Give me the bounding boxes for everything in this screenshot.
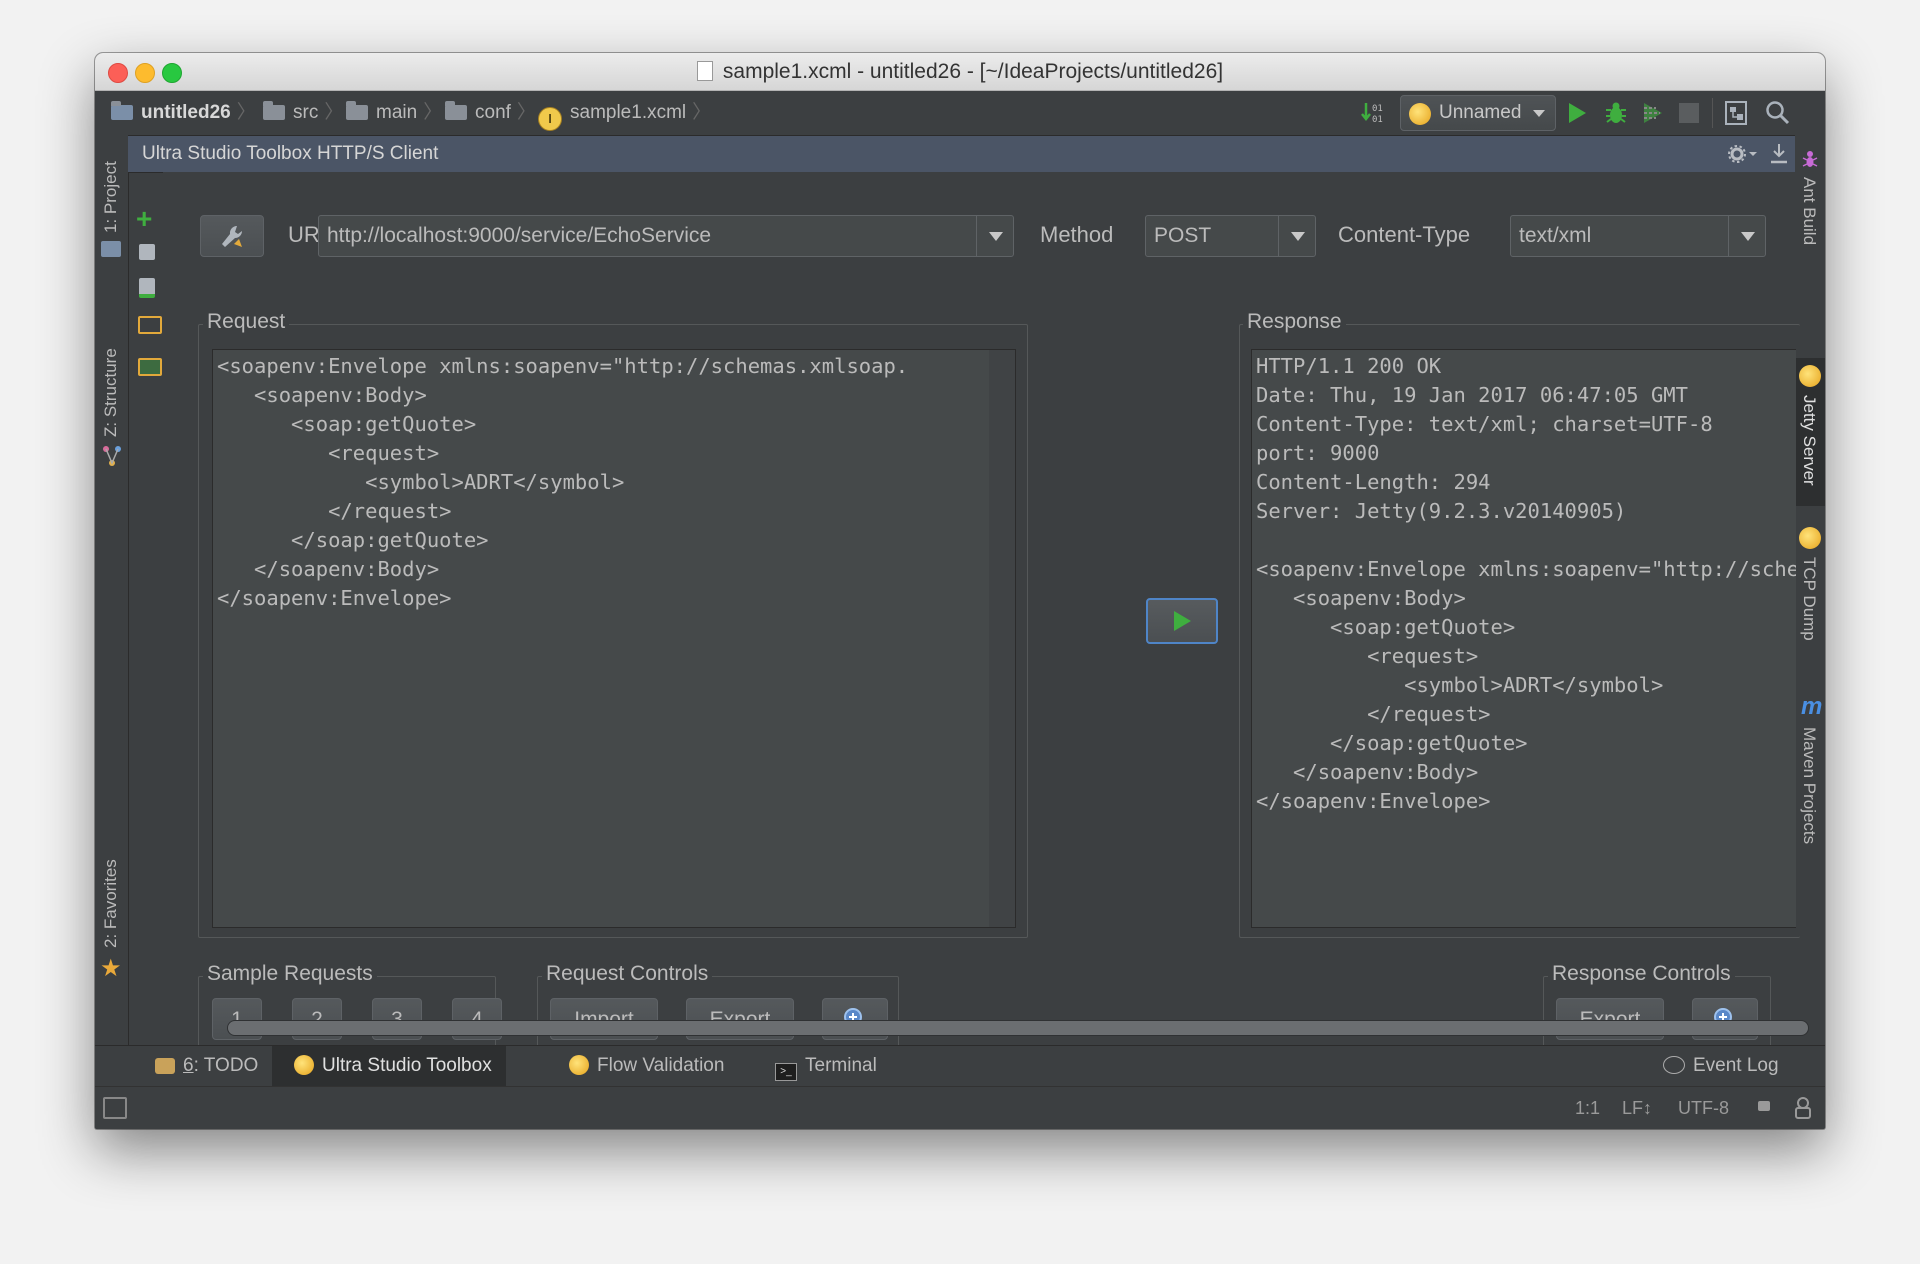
svg-text:01: 01 <box>1372 104 1383 114</box>
flow-validation-icon <box>569 1055 589 1075</box>
content-type-select[interactable]: text/xml <box>1510 215 1766 257</box>
project-folder-icon <box>111 101 133 120</box>
content-type-label: Content-Type <box>1338 222 1471 247</box>
line-separator[interactable]: LF↕ <box>1622 1087 1652 1129</box>
folder-icon <box>263 101 285 120</box>
bottom-tool-tabs: 6: TODO Ultra Studio Toolbox Flow Valida… <box>95 1045 1825 1086</box>
navigation-bar: untitled26 〉 src 〉 main 〉 conf 〉 Isample1.xc… <box>95 91 1825 136</box>
ide-window: sample1.xcml - untitled26 - [~/IdeaProje… <box>95 53 1825 1129</box>
wrench-icon <box>222 225 242 247</box>
structure-icon <box>102 445 122 472</box>
sample-requests-title: Sample Requests <box>203 962 377 986</box>
event-log-bubble-icon <box>1663 1056 1685 1074</box>
run-config-select[interactable]: Unnamed <box>1400 95 1556 131</box>
project-icon <box>101 241 121 257</box>
lock-icon[interactable] <box>1758 1101 1770 1111</box>
request-group-title: Request <box>203 310 290 334</box>
stripe-maven-projects[interactable]: Maven Projects <box>1799 727 1819 844</box>
response-group-title: Response <box>1243 310 1346 334</box>
content-type-dropdown-chevron-icon[interactable] <box>1728 216 1765 256</box>
sort-binary-icon[interactable]: 01 01 <box>1360 100 1386 126</box>
toolwindow-title: Ultra Studio Toolbox HTTP/S Client <box>142 143 439 164</box>
tab-todo[interactable]: 6: TODO <box>147 1046 266 1086</box>
open-recent-icon[interactable] <box>138 358 162 376</box>
folder-icon <box>346 101 368 120</box>
ant-icon <box>1801 149 1819 176</box>
method-select[interactable]: POST <box>1145 215 1316 257</box>
left-tool-stripe: 1: Project Z: Structure 2: Favorites ★ <box>95 135 129 1045</box>
save-icon[interactable] <box>139 244 155 260</box>
open-folder-icon[interactable] <box>138 316 162 334</box>
http-client-panel: URL http://localhost:9000/service/EchoSe… <box>163 172 1800 1058</box>
stripe-project[interactable]: 1: Project <box>101 161 121 233</box>
url-dropdown-chevron-icon[interactable] <box>976 216 1013 256</box>
toolbox-side-toolbar: + <box>128 172 163 1045</box>
stripe-jetty-server[interactable]: Jetty Server <box>1799 395 1819 486</box>
method-label: Method <box>1040 222 1114 247</box>
window-title: sample1.xcml - untitled26 - [~/IdeaProje… <box>95 53 1825 90</box>
request-editor-scrollbar[interactable] <box>989 350 1015 927</box>
title-bar: sample1.xcml - untitled26 - [~/IdeaProje… <box>95 53 1825 91</box>
tab-flow-validation[interactable]: Flow Validation <box>561 1046 732 1086</box>
inspector-icon[interactable] <box>1793 1097 1813 1126</box>
tab-terminal[interactable]: >_ Terminal <box>767 1046 885 1086</box>
stripe-structure[interactable]: Z: Structure <box>101 348 121 437</box>
gear-icon[interactable] <box>1728 144 1758 169</box>
send-request-button[interactable] <box>1146 598 1218 644</box>
ultra-studio-icon <box>294 1055 314 1075</box>
stop-icon[interactable] <box>1679 103 1699 123</box>
toolbar-divider <box>1712 98 1713 128</box>
response-viewer[interactable]: HTTP/1.1 200 OK Date: Thu, 19 Jan 2017 0… <box>1251 349 1796 928</box>
jetty-icon <box>1799 365 1821 387</box>
play-icon <box>1174 611 1191 631</box>
request-controls-title: Request Controls <box>542 962 713 986</box>
breadcrumb-conf[interactable]: conf 〉 <box>445 91 536 135</box>
ultra-studio-icon <box>1409 103 1431 125</box>
response-controls-title: Response Controls <box>1548 962 1735 986</box>
debug-bug-icon[interactable] <box>1603 100 1629 131</box>
run-icon[interactable] <box>1566 101 1588 130</box>
response-body-text: HTTP/1.1 200 OK Date: Thu, 19 Jan 2017 0… <box>1256 354 1796 813</box>
svg-text:01: 01 <box>1372 115 1383 125</box>
request-body-text: <soapenv:Envelope xmlns:soapenv="http://… <box>217 354 909 610</box>
toggle-tool-windows-icon[interactable] <box>103 1097 127 1119</box>
xcml-file-icon: I <box>538 107 562 131</box>
breadcrumb-src[interactable]: src 〉 <box>263 91 343 135</box>
content-type-value: text/xml <box>1519 224 1592 247</box>
url-combobox[interactable]: http://localhost:9000/service/EchoServic… <box>318 215 1014 257</box>
tab-ultra-studio-toolbox[interactable]: Ultra Studio Toolbox <box>272 1046 506 1086</box>
breadcrumb-project[interactable]: untitled26 〉 <box>111 91 256 135</box>
add-icon[interactable]: + <box>136 205 152 233</box>
project-structure-icon[interactable] <box>1723 99 1749 132</box>
tab-event-log[interactable]: Event Log <box>1655 1046 1787 1086</box>
caret-position[interactable]: 1:1 <box>1575 1087 1600 1129</box>
settings-wrench-button[interactable] <box>200 215 264 257</box>
coverage-icon[interactable] <box>1640 100 1666 131</box>
todo-icon <box>155 1058 175 1074</box>
toolwindow-header: Ultra Studio Toolbox HTTP/S Client <box>128 136 1795 173</box>
method-dropdown-chevron-icon[interactable] <box>1278 216 1315 256</box>
maven-icon: m <box>1801 693 1823 720</box>
horizontal-scrollbar[interactable] <box>227 1020 1809 1036</box>
request-editor[interactable]: <soapenv:Envelope xmlns:soapenv="http://… <box>212 349 1016 928</box>
status-bar: 1:1 LF↕ UTF-8 <box>95 1086 1825 1129</box>
stripe-favorites[interactable]: 2: Favorites <box>101 859 121 948</box>
stripe-tcp-dump[interactable]: TCP Dump <box>1799 557 1819 641</box>
stripe-ant-build[interactable]: Ant Build <box>1799 177 1819 245</box>
folder-icon <box>445 101 467 120</box>
chevron-down-icon <box>1533 110 1545 117</box>
breadcrumb-main[interactable]: main 〉 <box>346 91 442 135</box>
search-everywhere-icon[interactable] <box>1765 100 1791 131</box>
hide-panel-icon[interactable] <box>1768 142 1790 171</box>
url-value: http://localhost:9000/service/EchoServic… <box>327 224 712 247</box>
breadcrumb-file[interactable]: Isample1.xcml 〉 <box>538 91 711 135</box>
save-as-icon[interactable] <box>139 278 155 298</box>
tcp-dump-icon <box>1799 527 1821 549</box>
file-encoding[interactable]: UTF-8 <box>1678 1087 1729 1129</box>
document-icon <box>696 61 713 81</box>
star-icon: ★ <box>100 955 122 982</box>
terminal-icon: >_ <box>775 1063 797 1081</box>
method-value: POST <box>1154 224 1212 247</box>
